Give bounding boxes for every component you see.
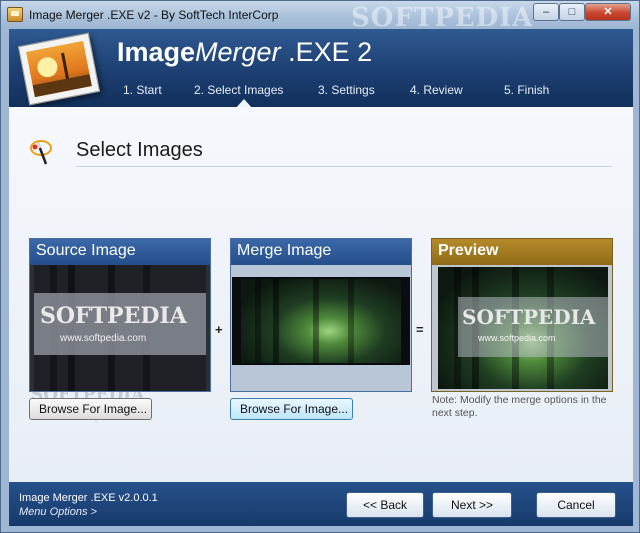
maximize-button[interactable]: □ (559, 3, 585, 21)
step-review: 4. Review (410, 83, 463, 97)
header-banner: ImageMerger .EXE 2 1. Start 2. Select Im… (9, 29, 633, 119)
plus-operator: + (215, 322, 223, 337)
source-image-watermark: SOFTPEDIA (40, 303, 187, 329)
app-window: Image Merger .EXE v2 - By SoftTech Inter… (0, 0, 640, 533)
source-image-url: www.softpedia.com (60, 333, 147, 344)
app-logo-icon (17, 32, 101, 106)
step-start: 1. Start (123, 83, 162, 97)
preview-title: Preview (432, 239, 612, 265)
merge-note: Note: Modify the merge options in the ne… (432, 394, 607, 419)
window-title: Image Merger .EXE v2 - By SoftTech Inter… (29, 8, 279, 22)
menu-options-link[interactable]: Menu Options > (19, 506, 97, 518)
preview-watermark: SOFTPEDIA (462, 305, 596, 329)
cancel-button[interactable]: Cancel (536, 492, 616, 518)
merge-image-panel: Merge Image (230, 238, 412, 392)
equals-operator: = (416, 322, 424, 337)
step-settings: 3. Settings (318, 83, 375, 97)
browse-merge-button[interactable]: Browse For Image... (230, 398, 353, 420)
app-name: ImageMerger .EXE 2 (117, 37, 372, 68)
footer-bar: Image Merger .EXE v2.0.0.1 Menu Options … (9, 482, 633, 526)
app-name-suffix: .EXE 2 (280, 37, 373, 67)
preview-url: www.softpedia.com (478, 333, 556, 343)
app-icon (7, 7, 23, 22)
merge-image-preview (241, 279, 401, 363)
source-image-panel: Source Image SOFTPEDIA www.softpedia.com (29, 238, 211, 392)
step-finish: 5. Finish (504, 83, 550, 97)
preview-image: SOFTPEDIA www.softpedia.com (438, 267, 608, 389)
section-title: Select Images (76, 139, 203, 161)
magic-wand-icon (30, 140, 52, 165)
source-image-preview: SOFTPEDIA www.softpedia.com (34, 265, 206, 391)
title-bar[interactable]: Image Merger .EXE v2 - By SoftTech Inter… (1, 1, 639, 33)
step-select-images: 2. Select Images (194, 83, 284, 97)
back-button[interactable]: << Back (346, 492, 424, 518)
next-button[interactable]: Next >> (432, 492, 512, 518)
section-divider (76, 166, 612, 167)
merge-image-title: Merge Image (231, 239, 411, 265)
source-image-title: Source Image (30, 239, 210, 265)
preview-panel: Preview SOFTPEDIA www.softpedia.com (431, 238, 613, 392)
minimize-button[interactable]: – (533, 3, 559, 21)
close-button[interactable]: ✕ (585, 3, 631, 21)
main-content: Select Images SOFTPEDIA www.softpedia.co… (9, 107, 633, 482)
browse-source-button[interactable]: Browse For Image... (29, 398, 152, 420)
app-name-merger: Merger (195, 37, 281, 67)
version-label: Image Merger .EXE v2.0.0.1 (19, 492, 158, 504)
app-name-image: Image (117, 37, 196, 67)
